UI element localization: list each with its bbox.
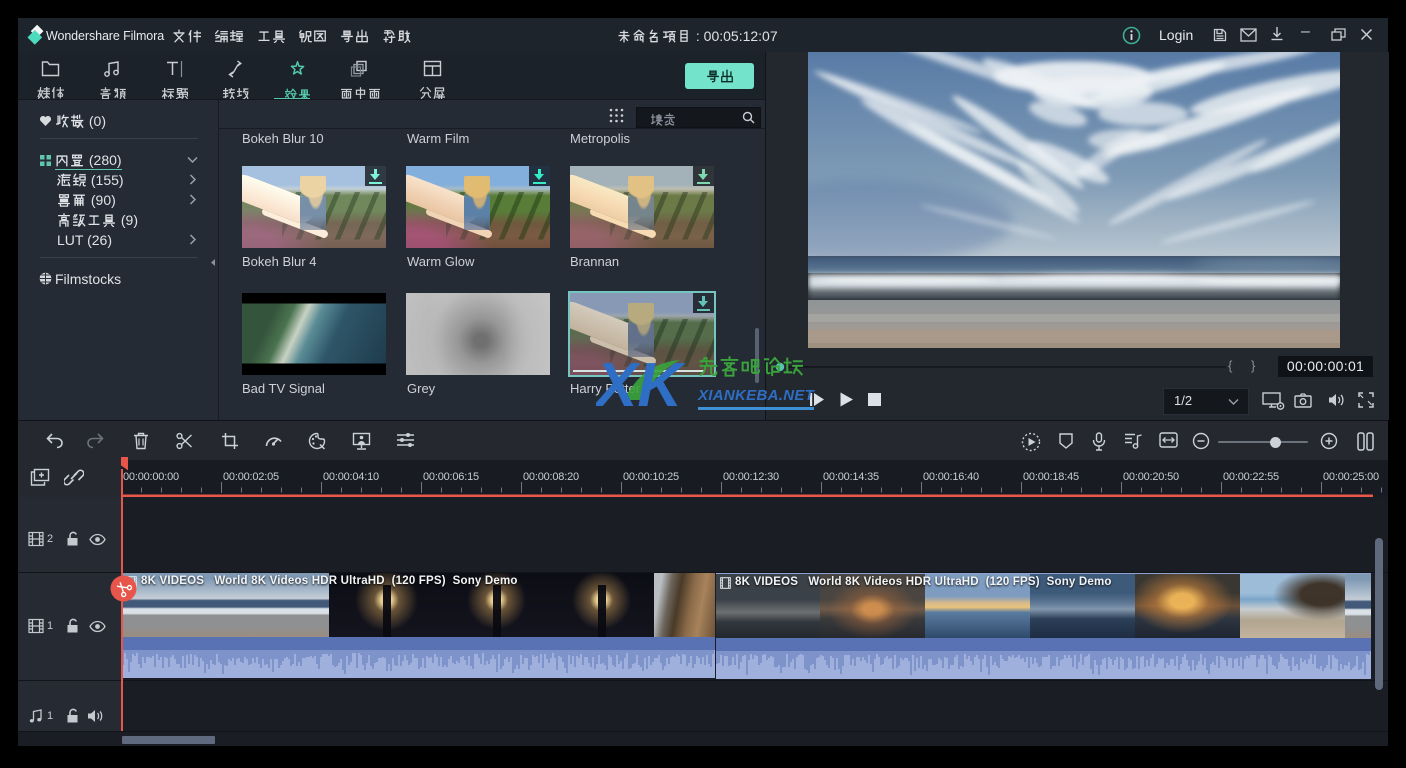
- svg-text:XK: XK: [596, 351, 686, 418]
